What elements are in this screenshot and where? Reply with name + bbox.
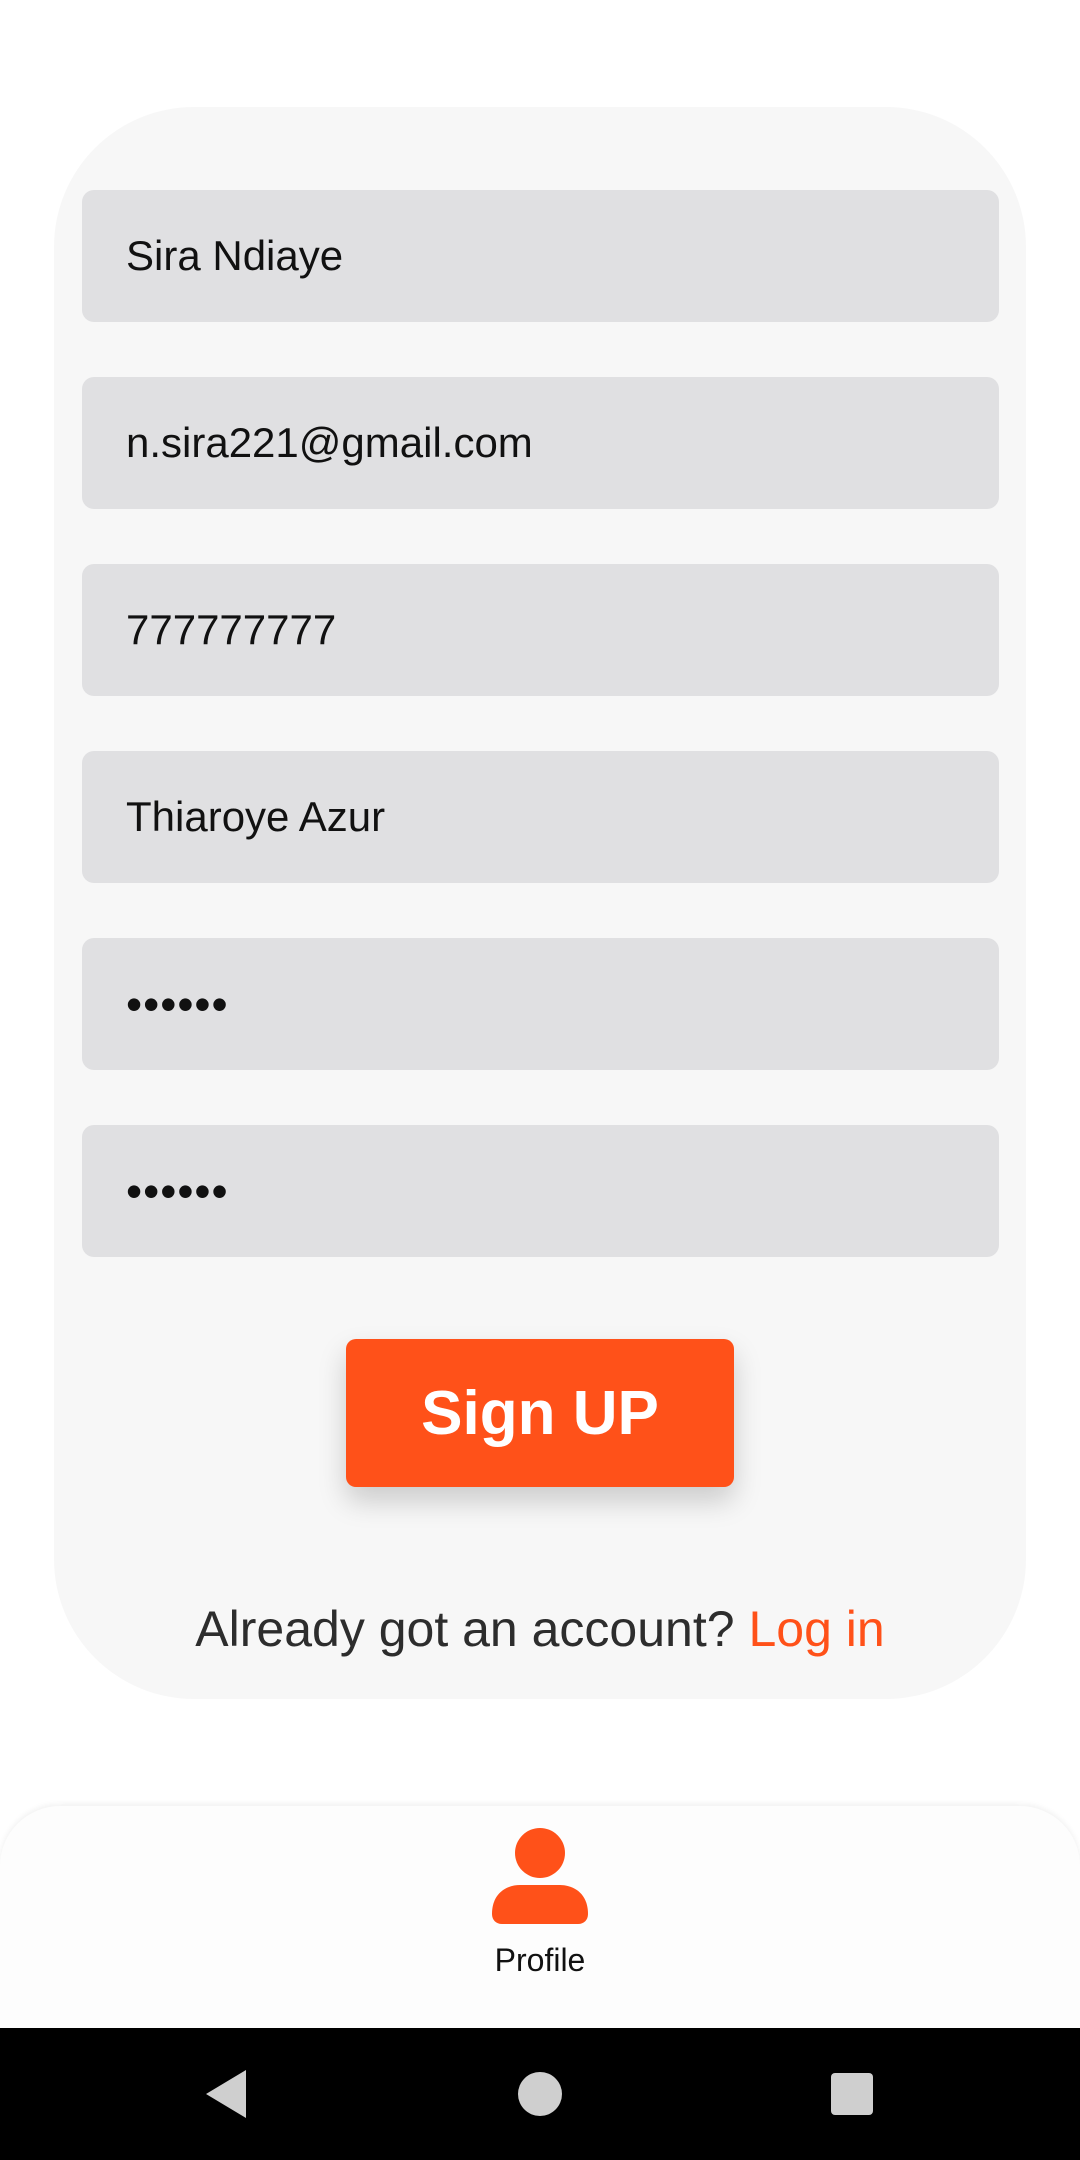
email-value: n.sira221@gmail.com xyxy=(126,419,533,466)
signup-screen: Sira Ndiaye n.sira221@gmail.com 77777777… xyxy=(0,0,1080,2160)
nav-item-profile[interactable]: Profile xyxy=(440,1826,640,2006)
confirm-password-value: •••••• xyxy=(126,1165,229,1217)
signup-button[interactable]: Sign UP xyxy=(346,1339,734,1487)
nav-label-profile: Profile xyxy=(494,1942,586,1978)
address-value: Thiaroye Azur xyxy=(126,793,386,840)
system-navigation-bar xyxy=(0,2028,1080,2160)
bottom-navigation: Profile xyxy=(0,1806,1080,2028)
address-field[interactable]: Thiaroye Azur xyxy=(82,751,999,883)
name-value: Sira Ndiaye xyxy=(126,232,344,279)
login-prompt-text: Already got an account? xyxy=(195,1601,749,1657)
email-field[interactable]: n.sira221@gmail.com xyxy=(82,377,999,509)
recents-icon[interactable] xyxy=(822,2064,882,2124)
phone-value: 777777777 xyxy=(126,606,337,653)
back-icon[interactable] xyxy=(198,2064,258,2124)
confirm-password-field[interactable]: •••••• xyxy=(82,1125,999,1257)
phone-field[interactable]: 777777777 xyxy=(82,564,999,696)
home-icon[interactable] xyxy=(510,2064,570,2124)
login-link[interactable]: Log in xyxy=(748,1601,884,1657)
password-field[interactable]: •••••• xyxy=(82,938,999,1070)
name-field[interactable]: Sira Ndiaye xyxy=(82,190,999,322)
person-icon xyxy=(492,1828,588,1924)
signup-button-label: Sign UP xyxy=(421,1378,659,1448)
password-value: •••••• xyxy=(126,978,229,1030)
login-prompt: Already got an account? Log in xyxy=(0,1600,1080,1658)
